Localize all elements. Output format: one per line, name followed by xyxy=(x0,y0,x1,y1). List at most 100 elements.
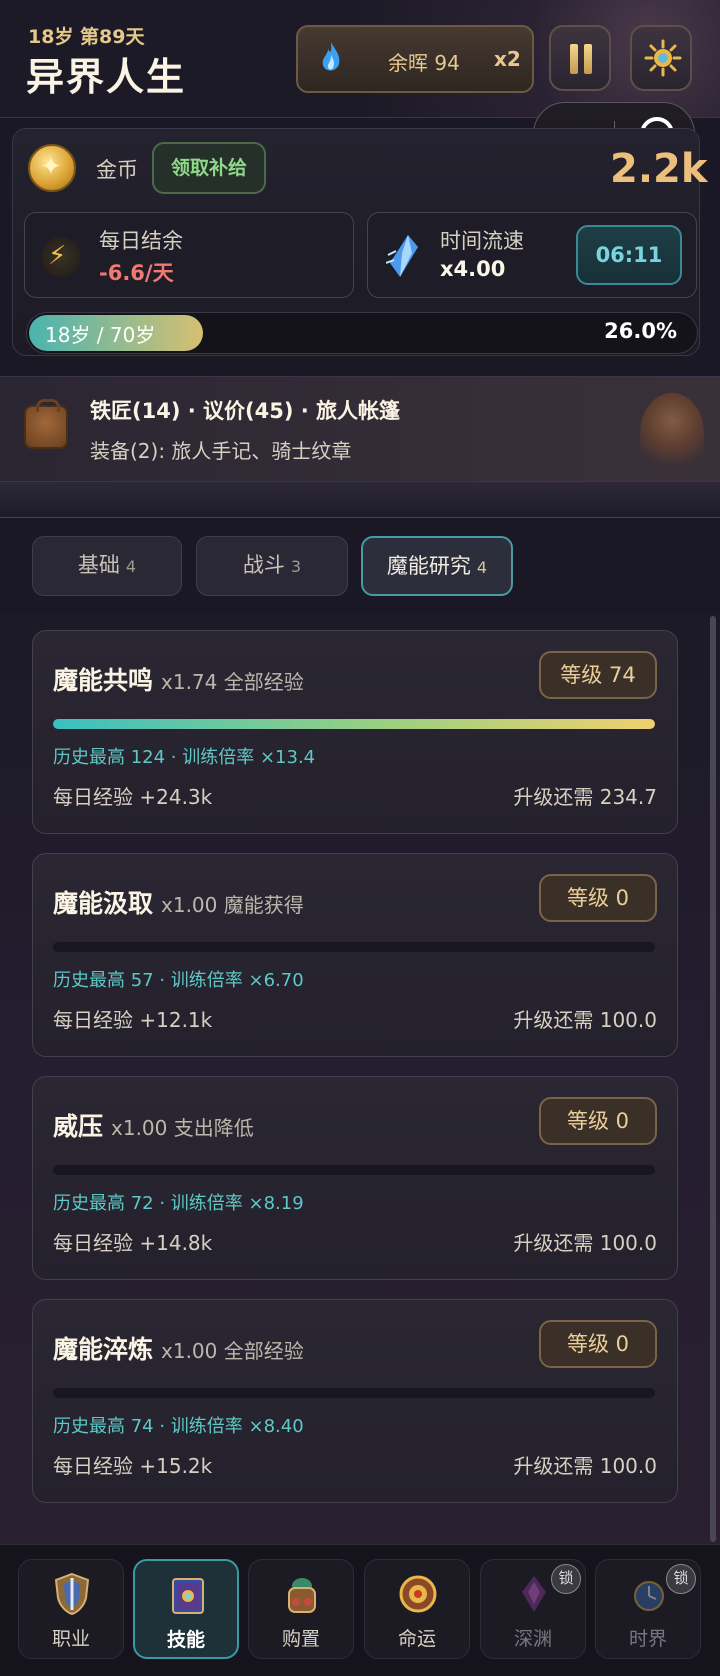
pause-icon xyxy=(570,44,578,74)
skill-daily-xp: 每日经验 +14.8k xyxy=(53,1231,213,1255)
tab-count: 4 xyxy=(125,557,137,576)
time-realm-icon xyxy=(634,1581,664,1611)
daily-balance-value: -6.6/天 xyxy=(99,261,174,285)
skill-title: 魔能淬炼 xyxy=(53,1335,154,1364)
nav-label: 技能 xyxy=(166,1629,205,1651)
skill-level-badge: 等级 74 xyxy=(539,651,657,699)
game-clock-button[interactable]: 06:11 xyxy=(576,225,682,285)
skill-title: 魔能共鸣 xyxy=(53,666,154,695)
time-flow-value: x4.00 xyxy=(440,257,506,281)
backpack-icon xyxy=(288,1578,316,1613)
nav-label: 命运 xyxy=(397,1628,436,1650)
lock-icon: 锁 xyxy=(666,1564,696,1594)
skill-xp-bar xyxy=(53,719,655,729)
tab-basic[interactable]: 基础 4 xyxy=(32,536,182,596)
skill-daily-xp: 每日经验 +15.2k xyxy=(53,1454,213,1478)
skill-history: 历史最高 72 · 训练倍率 ×8.19 xyxy=(53,1193,304,1214)
lock-icon: 锁 xyxy=(551,1564,581,1594)
skill-level-badge: 等级 0 xyxy=(539,1097,657,1145)
backpack-icon xyxy=(24,399,68,449)
skill-name: 魔能淬炼 x1.00 全部经验 xyxy=(53,1330,304,1366)
skill-daily-xp: 每日经验 +12.1k xyxy=(53,1008,213,1032)
skill-multiplier: x1.00 支出降低 xyxy=(111,1116,254,1140)
sun-gear-icon xyxy=(644,39,682,77)
skill-level-badge: 等级 0 xyxy=(539,1320,657,1368)
skill-card[interactable]: 魔能共鸣 x1.74 全部经验 等级 74 历史最高 124 · 训练倍率 ×13… xyxy=(32,630,678,834)
daily-balance-label: 每日结余 xyxy=(99,229,183,253)
skill-card[interactable]: 威压 x1.00 支出降低 等级 0 历史最高 72 · 训练倍率 ×8.19 每… xyxy=(32,1076,678,1280)
skill-history: 历史最高 57 · 训练倍率 ×6.70 xyxy=(53,970,304,991)
tab-label: 战斗 xyxy=(242,553,285,577)
life-age-label: 18岁 / 70岁 xyxy=(45,323,156,347)
pause-button[interactable] xyxy=(549,25,611,91)
tab-combat[interactable]: 战斗 3 xyxy=(196,536,348,596)
nav-purchase[interactable]: 购置 xyxy=(248,1559,354,1659)
gold-label: 金币 xyxy=(96,158,138,182)
life-percent: 26.0% xyxy=(604,319,677,343)
daily-balance-box: 每日结余 -6.6/天 xyxy=(24,212,354,298)
time-crystal-icon xyxy=(386,235,418,277)
nav-abyss[interactable]: 锁 深渊 xyxy=(480,1559,586,1659)
tab-label: 基础 xyxy=(77,553,120,577)
nav-label: 深渊 xyxy=(513,1628,552,1650)
nav-career[interactable]: 职业 xyxy=(18,1559,124,1659)
skill-title: 魔能汲取 xyxy=(53,889,154,918)
claim-supplies-button[interactable]: 领取补给 xyxy=(152,142,266,194)
top-header: 18岁 第89天 异界人生 余晖 94 x2 xyxy=(0,0,720,118)
skill-xp-needed: 升级还需 100.0 xyxy=(513,1454,657,1478)
skill-multiplier: x1.00 全部经验 xyxy=(161,1339,304,1363)
gold-amount: 2.2k xyxy=(610,146,708,192)
pause-icon-bar xyxy=(584,44,592,74)
decorative-banner xyxy=(0,482,720,518)
equipment-line: 装备(2): 旅人手记、骑士纹章 xyxy=(90,439,352,463)
skill-title: 威压 xyxy=(53,1112,104,1141)
gold-coin-icon xyxy=(28,144,76,192)
time-flow-box: 时间流速 x4.00 06:11 xyxy=(367,212,697,298)
spellbook-icon xyxy=(172,1578,204,1614)
skill-xp-bar xyxy=(53,1388,655,1398)
scrollbar[interactable] xyxy=(710,616,716,1542)
skill-xp-needed: 升级还需 100.0 xyxy=(513,1231,657,1255)
skill-name: 威压 x1.00 支出降低 xyxy=(53,1107,254,1143)
abyss-crystal-icon xyxy=(522,1576,546,1612)
ember-multiplier: x2 xyxy=(494,47,521,71)
skill-history: 历史最高 124 · 训练倍率 ×13.4 xyxy=(53,747,316,768)
skill-name: 魔能共鸣 x1.74 全部经验 xyxy=(53,661,304,697)
blue-flame-icon xyxy=(322,42,340,71)
nav-label: 购置 xyxy=(281,1628,320,1650)
skill-multiplier: x1.74 全部经验 xyxy=(161,670,304,694)
skill-multiplier: x1.00 魔能获得 xyxy=(161,893,304,917)
time-flow-label: 时间流速 xyxy=(440,229,524,253)
skill-card[interactable]: 魔能淬炼 x1.00 全部经验 等级 0 历史最高 74 · 训练倍率 ×8.40… xyxy=(32,1299,678,1503)
skill-xp-fill xyxy=(53,719,655,729)
ember-counter[interactable]: 余晖 94 x2 xyxy=(296,25,534,93)
skill-daily-xp: 每日经验 +24.3k xyxy=(53,785,213,809)
skill-xp-needed: 升级还需 234.7 xyxy=(513,785,657,809)
tab-magic-research[interactable]: 魔能研究 4 xyxy=(361,536,513,596)
tab-label: 魔能研究 xyxy=(386,554,471,578)
shield-sword-icon xyxy=(54,1572,90,1616)
bottom-navigation: 职业 技能 购置 命运 锁 深渊 锁 时界 xyxy=(0,1544,720,1676)
skill-xp-needed: 升级还需 100.0 xyxy=(513,1008,657,1032)
settings-button[interactable] xyxy=(630,25,692,91)
game-title: 异界人生 xyxy=(26,55,187,99)
assets-summary-strip[interactable]: 铁匠(14) · 议价(45) · 旅人帐篷 装备(2): 旅人手记、骑士纹章 xyxy=(0,376,720,482)
nav-fate[interactable]: 命运 xyxy=(364,1559,470,1659)
skill-xp-bar xyxy=(53,942,655,952)
skill-history: 历史最高 74 · 训练倍率 ×8.40 xyxy=(53,1416,304,1437)
age-day-label: 18岁 第89天 xyxy=(28,26,145,48)
skill-name: 魔能汲取 x1.00 魔能获得 xyxy=(53,884,304,920)
life-progress-bar: 18岁 / 70岁 26.0% xyxy=(26,312,698,354)
nav-time-realm[interactable]: 锁 时界 xyxy=(595,1559,701,1659)
assets-line: 铁匠(14) · 议价(45) · 旅人帐篷 xyxy=(90,399,401,423)
tab-count: 4 xyxy=(476,558,488,577)
fate-medallion-icon xyxy=(399,1575,437,1613)
nav-skills[interactable]: 技能 xyxy=(133,1559,239,1659)
nav-label: 时界 xyxy=(628,1628,667,1650)
nav-label: 职业 xyxy=(51,1628,90,1650)
lightning-coin-icon xyxy=(41,237,81,277)
skill-card[interactable]: 魔能汲取 x1.00 魔能获得 等级 0 历史最高 57 · 训练倍率 ×6.70… xyxy=(32,853,678,1057)
tab-count: 3 xyxy=(290,557,302,576)
hero-portrait xyxy=(640,393,704,473)
ember-amount: 余晖 94 xyxy=(388,51,460,75)
